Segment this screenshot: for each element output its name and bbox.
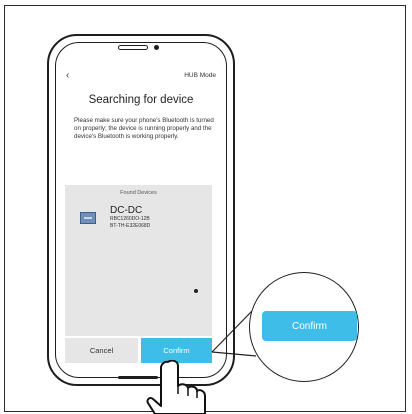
zoomed-confirm-button[interactable]: Confirm: [262, 311, 357, 341]
pointing-hand-icon: [146, 360, 206, 414]
